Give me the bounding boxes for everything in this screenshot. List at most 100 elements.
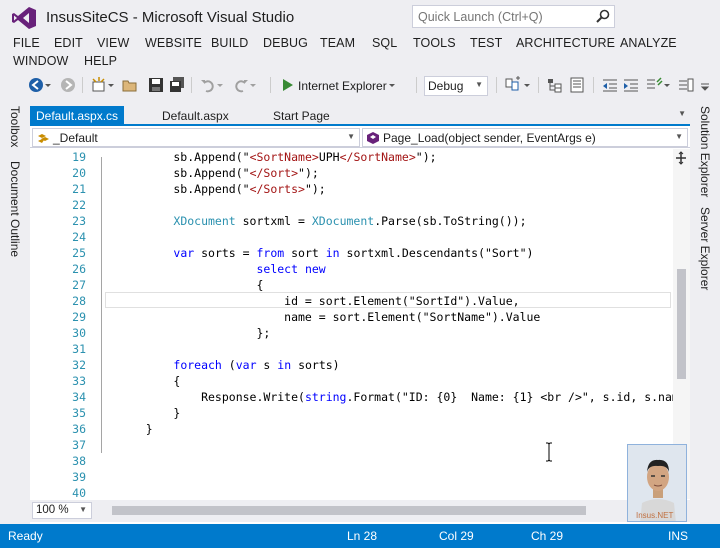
comment-icon[interactable] xyxy=(645,76,663,94)
menu-bar: FILE EDIT VIEW WEBSITE BUILD DEBUG TEAM … xyxy=(0,34,720,72)
save-all-icon[interactable] xyxy=(168,76,186,94)
save-icon[interactable] xyxy=(147,76,165,94)
code-token: .Parse(sb.ToString()); xyxy=(374,214,527,228)
navigate-forward-icon[interactable] xyxy=(59,76,77,94)
menu-website[interactable]: WEBSITE xyxy=(145,36,202,50)
redo-dropdown-icon[interactable] xyxy=(249,76,257,94)
solution-explorer-icon[interactable] xyxy=(546,76,564,94)
menu-analyze[interactable]: ANALYZE xyxy=(620,36,677,50)
find-in-files-icon[interactable] xyxy=(504,76,522,94)
split-handle-icon[interactable] xyxy=(674,151,688,165)
solution-explorer-tab[interactable]: Solution Explorer xyxy=(698,106,712,197)
code-token: sb.Append(" xyxy=(118,150,250,164)
bookmark-icon[interactable] xyxy=(677,76,695,94)
code-token: XDocument xyxy=(173,214,236,228)
toolbar-separator xyxy=(82,77,83,93)
run-target-label[interactable]: Internet Explorer xyxy=(298,79,387,93)
menu-test[interactable]: TEST xyxy=(470,36,502,50)
quick-launch-input[interactable] xyxy=(413,6,583,27)
menu-build[interactable]: BUILD xyxy=(211,36,248,50)
code-token: sort xyxy=(284,246,326,260)
zoom-select[interactable]: 100 % ▼ xyxy=(32,502,92,519)
redo-icon[interactable] xyxy=(232,76,250,94)
undo-icon[interactable] xyxy=(199,76,217,94)
search-icon[interactable] xyxy=(596,9,610,23)
outdent-icon[interactable] xyxy=(601,76,619,94)
line-number: 33 xyxy=(72,374,86,388)
configuration-value: Debug xyxy=(428,79,464,93)
tab-list-dropdown-icon[interactable]: ▼ xyxy=(678,109,686,118)
code-token: var xyxy=(173,246,195,260)
line-number: 30 xyxy=(72,326,86,340)
code-token: sorts) xyxy=(291,358,340,372)
run-target-dropdown-icon[interactable] xyxy=(388,76,396,94)
properties-icon[interactable] xyxy=(568,76,586,94)
class-combo[interactable]: _Default ▼ xyxy=(32,128,360,147)
code-line[interactable]: sb.Append("</Sort>"); xyxy=(118,166,318,180)
window-title: InsusSiteCS - Microsoft Visual Studio xyxy=(46,9,295,26)
menu-edit[interactable]: EDIT xyxy=(54,36,83,50)
quick-launch-box[interactable] xyxy=(412,5,615,28)
code-line[interactable]: }; xyxy=(118,326,270,340)
horizontal-scrollbar-thumb[interactable] xyxy=(112,506,586,515)
indent-icon[interactable] xyxy=(622,76,640,94)
tab-default-aspx[interactable]: Default.aspx xyxy=(156,106,235,126)
document-outline-tab[interactable]: Document Outline xyxy=(8,161,22,257)
menu-view[interactable]: VIEW xyxy=(97,36,129,50)
code-token: .Format("ID: {0} Name: {1} <br />", s.id… xyxy=(346,390,690,404)
code-line[interactable]: foreach (var s in sorts) xyxy=(118,358,340,372)
code-line[interactable]: { xyxy=(118,374,180,388)
code-line[interactable]: sb.Append("</Sorts>"); xyxy=(118,182,325,196)
code-line[interactable]: sb.Append("<SortName>UPH</SortName>"); xyxy=(118,150,436,164)
tab-default-aspx-cs[interactable]: Default.aspx.cs xyxy=(30,106,125,126)
new-project-icon[interactable] xyxy=(90,76,108,94)
menu-team[interactable]: TEAM xyxy=(320,36,355,50)
find-dropdown-icon[interactable] xyxy=(523,76,531,94)
status-bar: Ready Ln 28 Col 29 Ch 29 INS xyxy=(0,524,720,548)
vertical-scrollbar-thumb[interactable] xyxy=(677,269,686,379)
menu-sql[interactable]: SQL xyxy=(372,36,397,50)
code-line[interactable]: } xyxy=(118,422,153,436)
code-token: </Sorts> xyxy=(249,182,305,196)
menu-tools[interactable]: TOOLS xyxy=(413,36,456,50)
toolbar-overflow-icon[interactable] xyxy=(698,76,712,94)
code-line[interactable]: Response.Write(string.Format("ID: {0} Na… xyxy=(118,390,690,404)
start-debugging-icon[interactable] xyxy=(279,76,297,94)
line-number: 37 xyxy=(72,438,86,452)
code-token: foreach xyxy=(173,358,222,372)
code-line[interactable]: id = sort.Element("SortId").Value, xyxy=(118,294,520,308)
code-editor[interactable]: 19 20 21 22 23 24 25 26 27 28 29 30 31 32 33 34 35 36 37 38… xyxy=(30,149,690,499)
code-token: </Sort> xyxy=(249,166,299,180)
status-state: Ready xyxy=(8,529,43,543)
menu-file[interactable]: FILE xyxy=(13,36,40,50)
server-explorer-tab[interactable]: Server Explorer xyxy=(698,207,712,290)
code-line[interactable]: } xyxy=(118,406,180,420)
undo-dropdown-icon[interactable] xyxy=(216,76,224,94)
menu-debug[interactable]: DEBUG xyxy=(263,36,308,50)
menu-window[interactable]: WINDOW xyxy=(13,54,68,68)
navigate-back-icon[interactable] xyxy=(27,76,45,94)
configuration-select[interactable]: Debug ▼ xyxy=(424,76,488,96)
code-token: id = sort.Element("SortId").Value, xyxy=(118,294,520,308)
code-token: string xyxy=(304,390,347,404)
new-dropdown-icon[interactable] xyxy=(107,76,115,94)
menu-help[interactable]: HELP xyxy=(84,54,117,68)
open-folder-icon[interactable] xyxy=(121,76,139,94)
code-line[interactable]: XDocument sortxml = XDocument.Parse(sb.T… xyxy=(118,214,527,228)
comment-dropdown-icon[interactable] xyxy=(663,76,671,94)
tab-start-page[interactable]: Start Page xyxy=(267,106,336,126)
back-dropdown-icon[interactable] xyxy=(44,76,52,94)
zoom-value: 100 % xyxy=(36,504,69,516)
menu-architecture[interactable]: ARCHITECTURE xyxy=(516,36,615,50)
text-cursor-icon xyxy=(546,442,552,462)
code-line[interactable]: var sorts = from sort in sortxml.Descend… xyxy=(118,246,533,260)
code-line[interactable]: select new xyxy=(118,262,325,276)
line-number: 21 xyxy=(72,182,86,196)
toolbox-tab[interactable]: Toolbox xyxy=(8,106,22,147)
member-combo[interactable]: Page_Load(object sender, EventArgs e) ▼ xyxy=(362,128,688,147)
code-line[interactable]: { xyxy=(118,278,263,292)
code-token: Response.Write( xyxy=(118,390,305,404)
code-line[interactable]: name = sort.Element("SortName").Value xyxy=(118,310,540,324)
